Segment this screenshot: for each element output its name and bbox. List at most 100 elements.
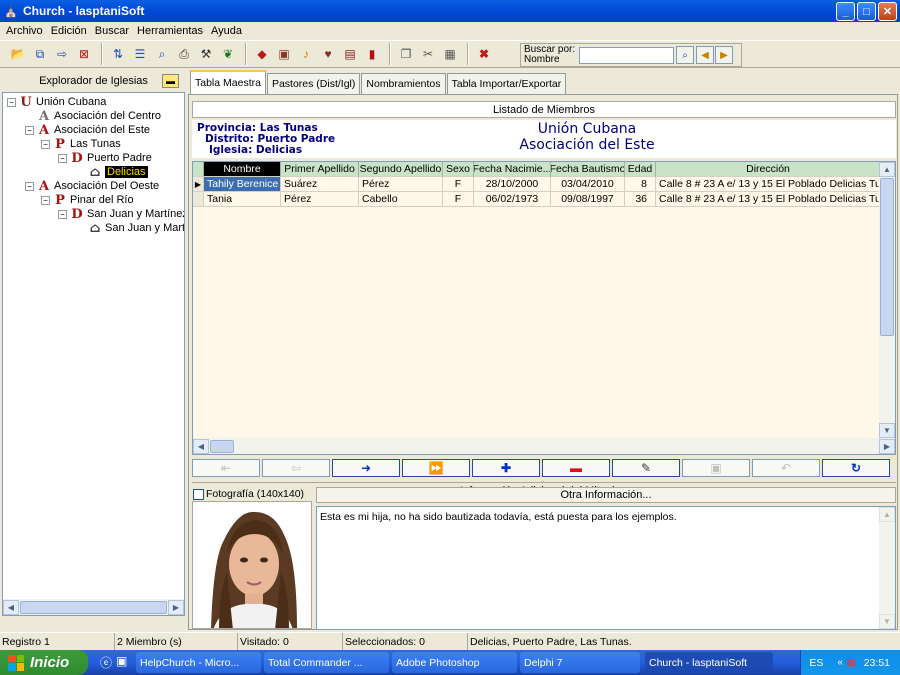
task-total-commander[interactable]: Total Commander ... (264, 652, 389, 673)
tab-nombramientos[interactable]: Nombramientos (361, 73, 446, 94)
col-primer-apellido[interactable]: Primer Apellido (281, 162, 359, 177)
table-row[interactable]: ▶ Tahily Berenice Suárez Pérez F 28/10/2… (193, 177, 881, 192)
scroll-down-icon[interactable]: ▼ (879, 423, 895, 438)
language-indicator[interactable]: ES (809, 657, 823, 669)
prior-record-icon[interactable]: ⇦ (262, 459, 330, 477)
col-segundo-apellido[interactable]: Segundo Apellido (359, 162, 443, 177)
tree-node-puerto-padre[interactable]: − D Puerto Padre (58, 151, 152, 166)
tree-node-asociacion-oeste[interactable]: − A Asociación Del Oeste (25, 179, 159, 194)
tab-tabla-maestra[interactable]: Tabla Maestra (190, 70, 266, 94)
sort-icon[interactable]: ⇅ (108, 44, 128, 64)
col-edad[interactable]: Edad (625, 162, 656, 177)
scroll-left-icon[interactable]: ◀ (3, 599, 19, 615)
grid-horizontal-scrollbar[interactable]: ◀ ▶ (193, 438, 895, 454)
copy-icon[interactable]: ❐ (396, 44, 416, 64)
scroll-right-icon[interactable]: ▶ (879, 438, 895, 454)
menu-edicion[interactable]: Edición (47, 25, 91, 37)
tray-alert-icon[interactable]: ⊠ (847, 657, 856, 669)
photo-checkbox[interactable] (193, 488, 204, 500)
scroll-thumb[interactable] (210, 439, 234, 453)
start-button[interactable]: Inicio (0, 650, 88, 675)
task-photoshop[interactable]: Adobe Photoshop (392, 652, 517, 673)
heart-icon[interactable]: ♥ (318, 44, 338, 64)
copy-records-icon[interactable]: ⧉ (30, 44, 50, 64)
tab-pastores[interactable]: Pastores (Dist/Igl) (266, 73, 361, 94)
collapse-icon[interactable]: − (41, 195, 50, 205)
export-icon[interactable]: ⇨ (52, 44, 72, 64)
menu-archivo[interactable]: Archivo (2, 25, 47, 37)
tray-arrow-icon[interactable]: « (837, 657, 843, 668)
print-icon[interactable]: ⎙ (174, 44, 194, 64)
insert-record-icon[interactable]: ✚ (472, 459, 540, 477)
phone-icon[interactable]: ▮ (362, 44, 382, 64)
cut-icon[interactable]: ✂ (418, 44, 438, 64)
tab-importar-exportar[interactable]: Tabla Importar/Exportar (446, 73, 567, 94)
scroll-up-icon[interactable]: ▲ (879, 162, 895, 177)
tree-horizontal-scrollbar[interactable]: ◀ ▶ (3, 599, 184, 615)
table-row[interactable]: Tania Pérez Cabello F 06/02/1973 09/08/1… (193, 192, 881, 207)
close-button[interactable]: ✕ (878, 2, 897, 21)
last-record-icon[interactable]: ⏩ (402, 459, 470, 477)
collapse-icon[interactable]: − (7, 97, 16, 107)
menu-ayuda[interactable]: Ayuda (207, 25, 246, 37)
col-direccion[interactable]: Dirección (656, 162, 881, 177)
delete-records-icon[interactable]: ⊠ (74, 44, 94, 64)
collapse-panel-icon[interactable]: ▬ (162, 74, 179, 88)
pastor-photo-icon[interactable]: ▣ (274, 44, 294, 64)
tree-node-union-cubana[interactable]: − U Unión Cubana (7, 95, 106, 110)
tools-icon[interactable]: ⚒ (196, 44, 216, 64)
find-icon[interactable]: ⌕ (152, 44, 172, 64)
scroll-thumb[interactable] (20, 600, 167, 614)
tree-node-las-tunas[interactable]: − P Las Tunas (41, 137, 121, 152)
task-helpchurch[interactable]: HelpChurch - Micro... (136, 652, 261, 673)
task-church[interactable]: Church - lasptaniSoft (645, 652, 773, 673)
search-icon[interactable]: ⌕ (676, 46, 694, 64)
member-notes-memo[interactable]: Esta es mi hija, no ha sido bautizada to… (316, 506, 896, 630)
scroll-up-icon[interactable]: ▲ (879, 507, 895, 522)
maximize-button[interactable]: □ (857, 2, 876, 21)
grid-vertical-scrollbar[interactable]: ▲ ▼ (879, 162, 895, 438)
bible-icon[interactable]: ◆ (252, 44, 272, 64)
tree-node-pinar-del-rio[interactable]: − P Pinar del Río (41, 193, 134, 208)
scroll-right-icon[interactable]: ▶ (168, 599, 184, 615)
paste-icon[interactable]: ▦ (440, 44, 460, 64)
tree-node-asociacion-este[interactable]: − A Asociación del Este (25, 123, 150, 138)
minimize-button[interactable]: _ (836, 2, 855, 21)
col-sexo[interactable]: Sexo (443, 162, 474, 177)
collapse-icon[interactable]: − (58, 153, 67, 163)
app-shortcut-icon[interactable]: ▣ (116, 654, 127, 671)
search-prev-icon[interactable]: ◀ (696, 46, 714, 64)
trumpet-icon[interactable]: ♪ (296, 44, 316, 64)
tree-node-san-juan-y-martir-church[interactable]: ⌂ San Juan y Martír (88, 221, 184, 236)
delete-record-icon[interactable]: ▬ (542, 459, 610, 477)
col-nombre[interactable]: Nombre (204, 162, 281, 177)
refresh-icon[interactable]: ↻ (822, 459, 890, 477)
collapse-icon[interactable]: − (25, 181, 34, 191)
photo-toggle[interactable]: Fotografía (140x140) (193, 487, 304, 501)
otra-info-button[interactable]: Otra Información... (316, 487, 896, 503)
search-input[interactable] (579, 46, 674, 64)
tree-node-asociacion-centro[interactable]: A Asociación del Centro (37, 109, 161, 124)
menu-buscar[interactable]: Buscar (91, 25, 133, 37)
col-fecha-bautismo[interactable]: Fecha Bautismo (551, 162, 625, 177)
church-tree-icon[interactable]: ❦ (218, 44, 238, 64)
tree-node-san-juan-y-martinez[interactable]: − D San Juan y Martínez (58, 207, 184, 222)
collapse-icon[interactable]: − (41, 139, 50, 149)
cancel-edit-icon[interactable]: ↶ (752, 459, 820, 477)
next-record-icon[interactable]: ➜ (332, 459, 400, 477)
col-fecha-nacimiento[interactable]: Fecha Nacimie... (474, 162, 551, 177)
book-icon[interactable]: ▤ (340, 44, 360, 64)
menu-herramientas[interactable]: Herramientas (133, 25, 207, 37)
edit-record-icon[interactable]: ✎ (612, 459, 680, 477)
list-icon[interactable]: ☰ (130, 44, 150, 64)
cancel-icon[interactable]: ✖ (474, 44, 494, 64)
ie-icon[interactable]: ⓔ (100, 654, 112, 671)
scroll-left-icon[interactable]: ◀ (193, 438, 209, 454)
search-next-icon[interactable]: ▶ (715, 46, 733, 64)
scroll-down-icon[interactable]: ▼ (879, 614, 895, 629)
first-record-icon[interactable]: ⇤ (192, 459, 260, 477)
collapse-icon[interactable]: − (58, 209, 67, 219)
tree-node-delicias[interactable]: ⌂ Delicias (88, 165, 148, 180)
scroll-thumb[interactable] (880, 178, 894, 336)
memo-vertical-scrollbar[interactable]: ▲ ▼ (879, 507, 895, 629)
